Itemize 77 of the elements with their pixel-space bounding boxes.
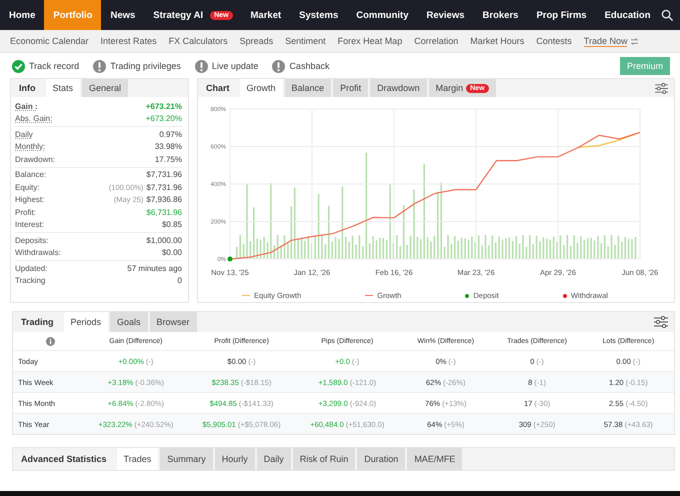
nav-tab[interactable]: Education	[596, 0, 660, 30]
tab[interactable]: Periods	[64, 312, 108, 332]
status-label: Trading privileges	[110, 61, 181, 71]
nav-tab[interactable]: Brokers	[474, 0, 528, 30]
tab[interactable]: Growth	[240, 79, 283, 97]
tab[interactable]: Stats	[46, 79, 80, 97]
nav-tab[interactable]: Prop Firms	[527, 0, 596, 30]
tab[interactable]: Balance	[284, 79, 332, 97]
nav-tab[interactable]: Market	[242, 0, 290, 30]
subnav-link[interactable]: Trade Now	[584, 36, 628, 46]
info-icon[interactable]	[46, 336, 55, 346]
search-icon[interactable]	[661, 8, 674, 22]
tab[interactable]: Profit	[333, 79, 368, 97]
nav-tab[interactable]: Home	[0, 0, 44, 30]
section-title: Advanced Statistics	[20, 454, 108, 464]
subnav-link[interactable]: Spreads	[240, 36, 274, 46]
stat-label: Equity:	[15, 182, 40, 192]
tab[interactable]: Trades	[116, 448, 158, 470]
tab[interactable]: General	[82, 79, 128, 97]
subnav-link[interactable]: FX Calculators	[168, 36, 228, 46]
deposit-marker	[228, 256, 232, 262]
subnav-link[interactable]: Interest Rates	[100, 36, 157, 46]
stat-value: 0.97%	[159, 130, 182, 139]
tab[interactable]: Browser	[150, 312, 197, 332]
subnav-link[interactable]: Market Hours	[470, 36, 524, 46]
stat-value: 57 minutes ago	[127, 264, 182, 273]
stat-value: 0	[178, 276, 182, 286]
stat-label: Withdrawals:	[15, 248, 61, 258]
stat-value: $1,000.00	[146, 236, 182, 245]
tab[interactable]: Hourly	[214, 448, 255, 470]
stat-label: Drawdown:	[15, 154, 56, 164]
stat-label: Balance:	[15, 170, 46, 180]
status-label: Cashback	[289, 61, 330, 71]
stat-label: Updated:	[15, 264, 48, 273]
subnav-link[interactable]: Sentiment	[285, 36, 326, 46]
stat-value: +673.20%	[146, 114, 182, 124]
stat-value: $7,936.86	[146, 195, 182, 204]
stat-label: Abs. Gain:	[15, 114, 52, 124]
stat-label: Interest:	[15, 220, 44, 230]
subnav-link[interactable]: Forex Heat Map	[338, 36, 402, 46]
tab[interactable]: MAE/MFE	[407, 448, 462, 470]
section-title: Trading	[20, 317, 55, 327]
stat-value: +673.21%	[146, 102, 182, 111]
nav-tab[interactable]: Systems	[290, 0, 348, 30]
tab[interactable]: Goals	[110, 312, 148, 332]
tab[interactable]: Drawdown	[370, 79, 427, 97]
subnav-link[interactable]: Economic Calendar	[10, 36, 89, 46]
stat-label: Highest:	[15, 195, 44, 204]
section-title: Info	[18, 83, 36, 93]
section-title: Chart	[205, 83, 231, 93]
subnav-link[interactable]: Contests	[536, 36, 572, 46]
stat-value: $7,731.96	[146, 182, 182, 192]
stat-value: $6,731.96	[146, 208, 182, 217]
stat-label: Daily	[15, 130, 33, 139]
nav-tab[interactable]: Community	[347, 0, 418, 30]
stat-label: Tracking	[15, 276, 46, 286]
stat-value: $0.00	[162, 248, 182, 258]
stat-label: Deposits:	[15, 236, 48, 245]
status-label: Track record	[29, 61, 80, 71]
nav-tab[interactable]: Reviews	[417, 0, 474, 30]
stat-value: $0.85	[162, 220, 182, 230]
status-label: Live update	[212, 61, 258, 71]
stat-label: Profit:	[15, 208, 36, 217]
stat-value: 17.75%	[154, 154, 182, 164]
stat-label: Gain :	[15, 102, 38, 111]
sliders-icon[interactable]	[654, 316, 668, 328]
stat-label: Monthly:	[15, 142, 46, 152]
nav-tab[interactable]: News	[101, 0, 144, 30]
tab[interactable]: Risk of Ruin	[292, 448, 356, 470]
arrows-icon	[630, 38, 640, 44]
tab[interactable]: Daily	[256, 448, 291, 470]
tab[interactable]: Summary	[160, 448, 213, 470]
tab[interactable]: Duration	[357, 448, 406, 470]
subnav-link[interactable]: Correlation	[414, 36, 458, 46]
sliders-icon[interactable]	[655, 82, 668, 94]
stat-value: 33.98%	[154, 142, 182, 152]
stat-value: $7,731.96	[146, 170, 182, 180]
